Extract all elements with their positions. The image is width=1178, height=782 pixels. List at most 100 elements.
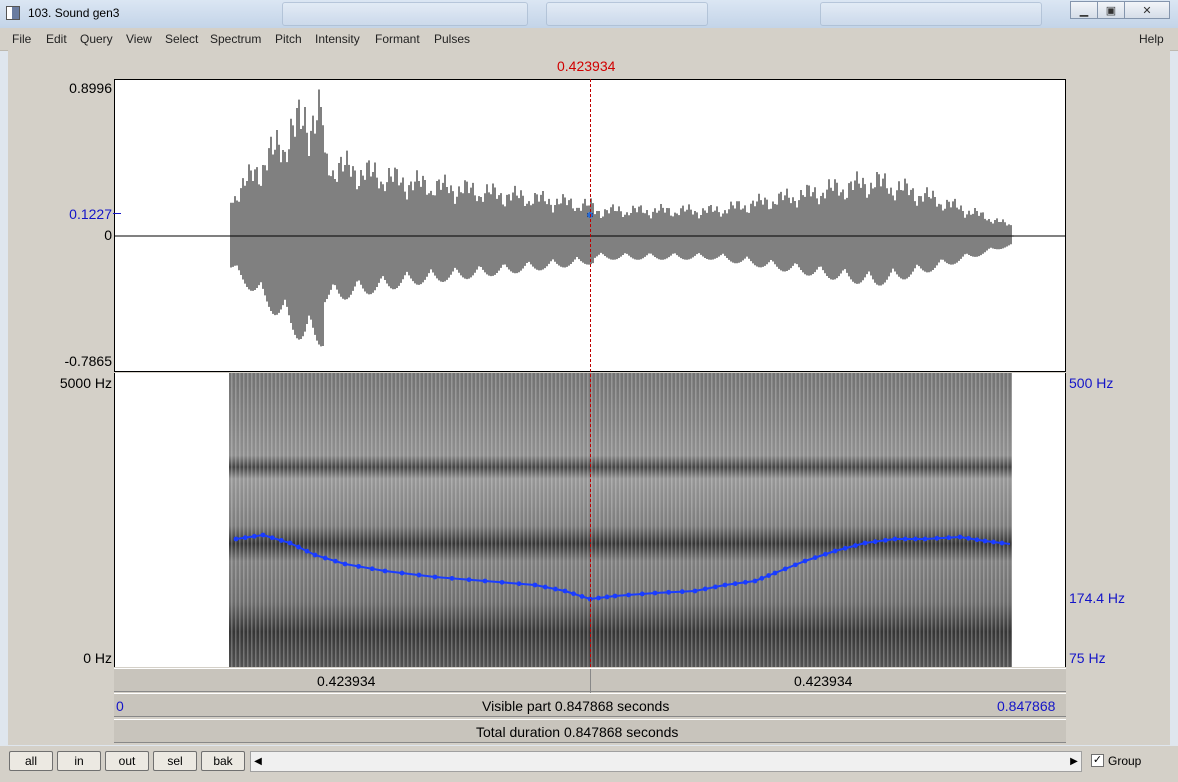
pitch-point <box>287 540 293 546</box>
pitch-point <box>772 570 778 576</box>
pitch-point <box>782 566 788 572</box>
pitch-point <box>516 581 522 587</box>
pitch-point <box>626 592 631 598</box>
pitch-point <box>296 544 301 550</box>
menu-formant[interactable]: Formant <box>375 32 420 46</box>
menu-select[interactable]: Select <box>165 32 198 46</box>
halves-divider <box>590 669 591 693</box>
menu-spectrum[interactable]: Spectrum <box>210 32 261 46</box>
pitch-point <box>482 578 488 584</box>
menu-edit[interactable]: Edit <box>46 32 67 46</box>
background-window-ghost <box>820 2 1042 26</box>
zoom-all-button[interactable]: all <box>9 751 53 771</box>
zoom-out-button[interactable]: out <box>105 751 149 771</box>
pitch-point <box>652 590 658 596</box>
pitch-point <box>399 570 405 576</box>
total-duration-text: Total duration 0.847868 seconds <box>476 724 679 740</box>
zoom-in-button[interactable]: in <box>57 751 101 771</box>
pitch-point <box>732 581 738 587</box>
pitch-point <box>553 586 558 592</box>
pitch-point <box>532 582 538 588</box>
window-title: 103. Sound gen3 <box>28 6 120 20</box>
menu-view[interactable]: View <box>126 32 152 46</box>
group-checkbox[interactable]: ✓ <box>1091 754 1104 767</box>
zoom-back-button[interactable]: bak <box>201 751 245 771</box>
pitch-point <box>991 539 996 545</box>
pitch-point <box>743 579 748 585</box>
wave-cursor-value-label: 0.1227 <box>69 206 112 222</box>
pitch-point <box>666 589 671 595</box>
pitch-point <box>966 535 971 541</box>
menu-pitch[interactable]: Pitch <box>275 32 302 46</box>
pitch-point <box>251 533 257 539</box>
waveform-path <box>230 89 1014 347</box>
left-half-duration: 0.423934 <box>317 673 376 689</box>
pitch-cursor-label: 174.4 Hz <box>1069 590 1126 606</box>
pitch-point <box>562 588 568 594</box>
time-scrollbar[interactable] <box>250 751 1082 772</box>
pitch-point <box>278 538 284 543</box>
pitch-point <box>883 537 888 543</box>
pitch-point <box>832 548 838 554</box>
menu-help[interactable]: Help <box>1139 32 1164 46</box>
selection-halves-bar[interactable]: 0.423934 0.423934 <box>114 668 1066 693</box>
pitch-point <box>499 579 505 585</box>
wave-cursor-value-tick <box>113 213 121 214</box>
menu-query[interactable]: Query <box>80 32 113 46</box>
pitch-point <box>304 548 310 554</box>
scroll-left-icon[interactable]: ◀ <box>251 751 265 772</box>
pitch-bottom-label: 75 Hz <box>1069 650 1106 666</box>
pitch-point <box>974 537 980 543</box>
spectrogram-top-label: 5000 Hz <box>59 375 112 391</box>
minimize-button[interactable]: ▁ <box>1070 1 1098 19</box>
menu-file[interactable]: File <box>12 32 31 46</box>
pitch-point <box>342 561 348 567</box>
pitch-point <box>982 538 988 544</box>
zoom-selection-button[interactable]: sel <box>153 751 197 771</box>
time-cursor-line[interactable] <box>590 79 591 667</box>
maximize-button[interactable]: ▣ <box>1097 1 1125 19</box>
visible-end-time: 0.847868 <box>997 698 1056 714</box>
scroll-right-icon[interactable]: ▶ <box>1067 751 1081 772</box>
app-icon <box>6 6 20 20</box>
pitch-point <box>333 558 338 564</box>
pitch-point <box>322 555 328 561</box>
pitch-point <box>802 558 808 564</box>
close-button[interactable]: ✕ <box>1124 1 1170 19</box>
pitch-point <box>432 574 438 580</box>
pitch-point <box>957 534 963 540</box>
pitch-point <box>853 543 858 548</box>
pitch-point <box>312 552 318 558</box>
pitch-point <box>872 539 878 545</box>
pitch-point <box>842 545 848 551</box>
wave-zero-label: 0 <box>104 227 112 243</box>
visible-start-time: 0 <box>116 698 124 714</box>
pitch-point <box>766 573 771 578</box>
right-half-duration: 0.423934 <box>794 673 853 689</box>
cursor-time-label: 0.423934 <box>557 58 616 74</box>
visible-part-text: Visible part 0.847868 seconds <box>482 698 670 714</box>
pitch-point <box>823 551 828 557</box>
pitch-point <box>922 536 928 542</box>
menu-pulses[interactable]: Pulses <box>434 32 470 46</box>
pitch-point <box>571 591 576 597</box>
pitch-point <box>382 568 388 574</box>
menu-intensity[interactable]: Intensity <box>315 32 360 46</box>
pitch-point <box>639 591 645 597</box>
pitch-point <box>233 536 239 542</box>
pitch-point <box>260 532 266 538</box>
pitch-point <box>934 535 940 541</box>
pitch-point <box>793 562 798 568</box>
spectrogram-shade <box>229 373 1012 667</box>
pitch-point <box>356 563 361 569</box>
wave-min-label: -0.7865 <box>64 353 112 369</box>
pitch-point <box>679 589 685 595</box>
pitch-point <box>604 594 610 600</box>
background-window-ghost <box>282 2 528 26</box>
visible-part-bar[interactable]: Visible part 0.847868 seconds <box>114 693 1066 717</box>
pitch-point <box>902 536 908 542</box>
pitch-point <box>722 582 728 588</box>
total-duration-bar[interactable]: Total duration 0.847868 seconds <box>114 719 1066 743</box>
pitch-point <box>812 555 818 560</box>
pitch-point <box>416 572 422 578</box>
